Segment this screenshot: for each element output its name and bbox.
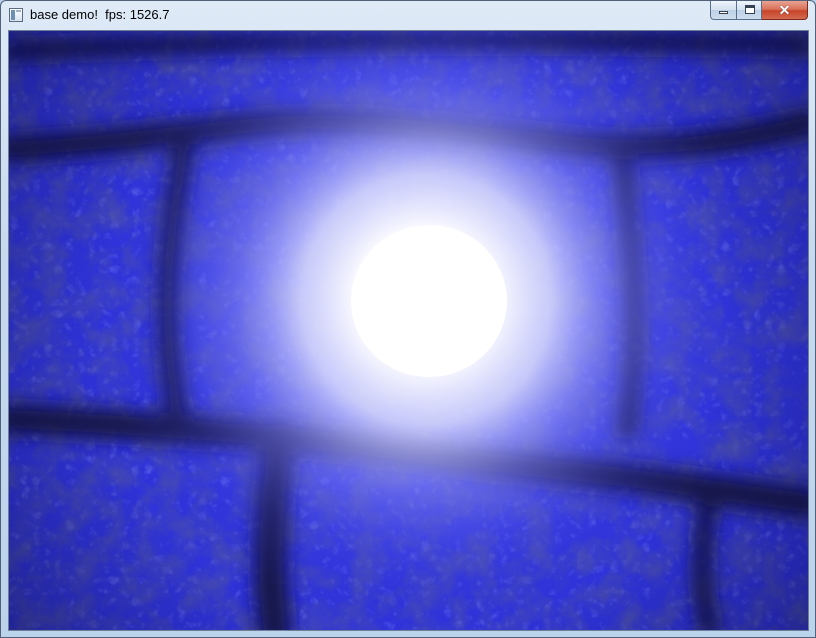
caption-buttons: ✕ <box>710 1 808 21</box>
minimize-button[interactable] <box>710 1 736 20</box>
app-window: base demo! fps: 1526.7 ✕ <box>0 0 816 638</box>
close-button[interactable]: ✕ <box>762 1 808 20</box>
close-icon: ✕ <box>778 2 791 18</box>
lit-stone-wall-scene <box>9 31 808 630</box>
minimize-icon <box>719 11 728 14</box>
title-bar[interactable]: base demo! fps: 1526.7 ✕ <box>1 1 815 30</box>
render-viewport[interactable] <box>8 30 809 631</box>
vignette <box>9 31 808 630</box>
maximize-icon <box>745 5 755 14</box>
application-icon[interactable] <box>9 8 23 22</box>
maximize-button[interactable] <box>736 1 762 20</box>
window-title: base demo! fps: 1526.7 <box>30 7 170 22</box>
